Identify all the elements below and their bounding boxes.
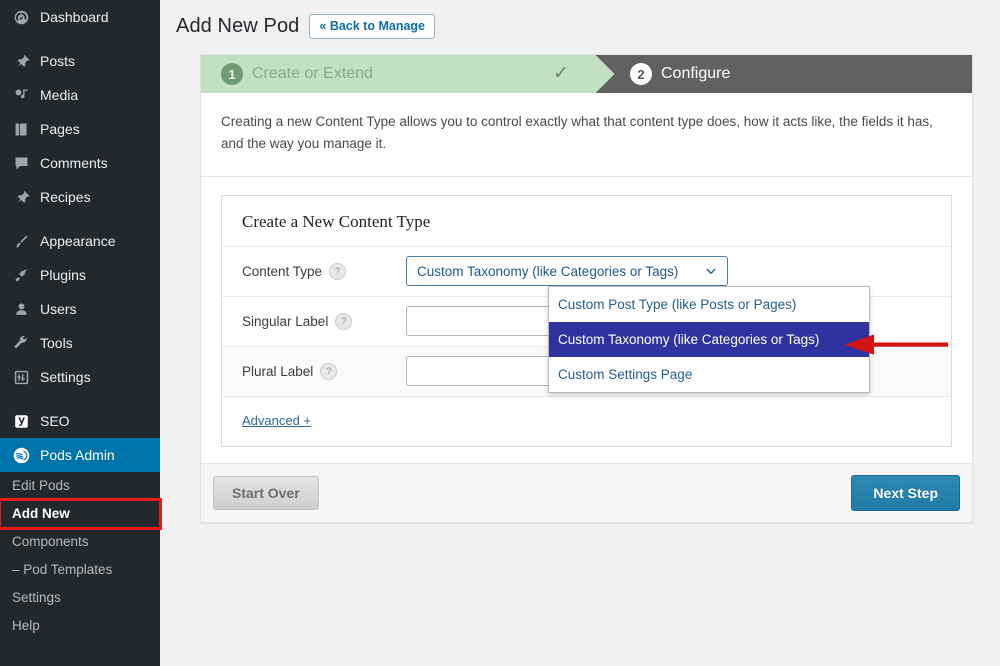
brush-icon bbox=[11, 231, 31, 251]
advanced-row: Advanced + bbox=[222, 395, 951, 446]
sidebar-item-pods-admin[interactable]: Pods Admin bbox=[0, 438, 168, 472]
sidebar-item-label: Settings bbox=[40, 369, 91, 385]
sidebar-subitem-components[interactable]: Components bbox=[0, 528, 160, 556]
admin-sidebar: Dashboard Posts Media Pages Comments Rec… bbox=[0, 0, 168, 666]
help-icon[interactable]: ? bbox=[320, 362, 338, 380]
main-content: Add New Pod « Back to Manage 1 Create or… bbox=[160, 0, 1000, 666]
field-label-singular: Singular Label ? bbox=[242, 312, 406, 330]
sidebar-item-settings[interactable]: Settings bbox=[0, 360, 160, 394]
card-title: Create a New Content Type bbox=[242, 211, 431, 231]
sidebar-item-recipes[interactable]: Recipes bbox=[0, 180, 160, 214]
pods-icon bbox=[11, 445, 31, 465]
back-to-manage-button[interactable]: « Back to Manage bbox=[309, 13, 435, 40]
wordpress-admin-screen: Dashboard Posts Media Pages Comments Rec… bbox=[0, 0, 1000, 666]
sidebar-subitem-edit-pods[interactable]: Edit Pods bbox=[0, 472, 160, 500]
settings-icon bbox=[11, 367, 31, 387]
sidebar-subitem-add-new[interactable]: Add New bbox=[0, 498, 162, 530]
step-label: Configure bbox=[661, 65, 731, 82]
sidebar-item-label: Recipes bbox=[40, 189, 91, 205]
chevron-down-icon bbox=[705, 265, 717, 277]
comment-icon bbox=[11, 153, 31, 173]
sidebar-subitem-settings[interactable]: Settings bbox=[0, 584, 160, 612]
sidebar-item-label: Users bbox=[40, 301, 77, 317]
wizard-description: Creating a new Content Type allows you t… bbox=[201, 93, 972, 177]
sidebar-item-label: Pages bbox=[40, 121, 80, 137]
help-icon[interactable]: ? bbox=[335, 312, 353, 330]
next-step-button[interactable]: Next Step bbox=[851, 474, 960, 511]
sidebar-item-tools[interactable]: Tools bbox=[0, 326, 160, 360]
sidebar-item-comments[interactable]: Comments bbox=[0, 146, 160, 180]
step-label: Create or Extend bbox=[252, 65, 373, 82]
advanced-toggle-link[interactable]: Advanced + bbox=[242, 413, 311, 428]
page-title: Add New Pod bbox=[176, 15, 300, 37]
content-type-dropdown-list[interactable]: Custom Post Type (like Posts or Pages) C… bbox=[548, 286, 870, 393]
sidebar-item-label: Pods Admin bbox=[40, 447, 115, 463]
content-type-select[interactable]: Custom Taxonomy (like Categories or Tags… bbox=[406, 256, 728, 287]
page-header: Add New Pod « Back to Manage bbox=[160, 0, 1000, 42]
sidebar-item-label: Appearance bbox=[40, 233, 116, 249]
sidebar-item-media[interactable]: Media bbox=[0, 78, 160, 112]
sidebar-item-appearance[interactable]: Appearance bbox=[0, 224, 160, 258]
sidebar-item-label: Comments bbox=[40, 155, 108, 171]
content-type-select-value: Custom Taxonomy (like Categories or Tags… bbox=[417, 263, 679, 279]
content-type-select-wrap: Custom Taxonomy (like Categories or Tags… bbox=[406, 256, 728, 287]
sidebar-item-label: Dashboard bbox=[40, 9, 109, 25]
sidebar-item-seo[interactable]: SEO bbox=[0, 404, 160, 438]
sidebar-item-label: Posts bbox=[40, 53, 76, 69]
sidebar-divider bbox=[0, 34, 160, 44]
step-number: 1 bbox=[221, 63, 243, 85]
sidebar-item-label: Plugins bbox=[40, 267, 86, 283]
field-label-content-type: Content Type ? bbox=[242, 262, 406, 280]
media-icon bbox=[11, 85, 31, 105]
sidebar-item-plugins[interactable]: Plugins bbox=[0, 258, 160, 292]
label-text: Content Type bbox=[242, 263, 323, 279]
sidebar-divider bbox=[0, 394, 160, 404]
dropdown-option-custom-post-type[interactable]: Custom Post Type (like Posts or Pages) bbox=[549, 287, 869, 322]
label-text: Plural Label bbox=[242, 363, 314, 379]
wizard-step-create-or-extend[interactable]: 1 Create or Extend bbox=[201, 55, 586, 93]
pods-admin-submenu: Edit Pods Add New Components – Pod Templ… bbox=[0, 472, 162, 644]
step-complete-check-icon: ✓ bbox=[553, 63, 569, 84]
sidebar-subitem-pod-templates[interactable]: – Pod Templates bbox=[0, 556, 160, 584]
user-icon bbox=[11, 299, 31, 319]
dropdown-option-custom-taxonomy[interactable]: Custom Taxonomy (like Categories or Tags… bbox=[549, 322, 869, 357]
step-number: 2 bbox=[630, 63, 652, 85]
wizard-footer: Start Over Next Step bbox=[201, 462, 972, 522]
sidebar-divider bbox=[0, 214, 160, 224]
label-text: Singular Label bbox=[242, 313, 329, 329]
start-over-button[interactable]: Start Over bbox=[213, 475, 319, 510]
sidebar-item-label: SEO bbox=[40, 413, 70, 429]
yoast-seo-icon bbox=[11, 411, 31, 431]
dropdown-option-custom-settings-page[interactable]: Custom Settings Page bbox=[549, 357, 869, 392]
plug-icon bbox=[11, 265, 31, 285]
sidebar-item-label: Tools bbox=[40, 335, 73, 351]
wizard-steps: 1 Create or Extend 2 Configure ✓ bbox=[201, 55, 972, 93]
dashboard-icon bbox=[11, 7, 31, 27]
wizard-step-configure[interactable]: 2 Configure bbox=[586, 55, 972, 93]
sidebar-item-pages[interactable]: Pages bbox=[0, 112, 160, 146]
wrench-icon bbox=[11, 333, 31, 353]
pin-icon bbox=[11, 51, 31, 71]
help-icon[interactable]: ? bbox=[329, 262, 347, 280]
sidebar-item-users[interactable]: Users bbox=[0, 292, 160, 326]
sidebar-item-dashboard[interactable]: Dashboard bbox=[0, 0, 160, 34]
pin-icon bbox=[11, 187, 31, 207]
sidebar-subitem-help[interactable]: Help bbox=[0, 612, 160, 640]
sidebar-item-posts[interactable]: Posts bbox=[0, 44, 160, 78]
field-label-plural: Plural Label ? bbox=[242, 362, 406, 380]
pages-icon bbox=[11, 119, 31, 139]
sidebar-item-label: Media bbox=[40, 87, 79, 103]
